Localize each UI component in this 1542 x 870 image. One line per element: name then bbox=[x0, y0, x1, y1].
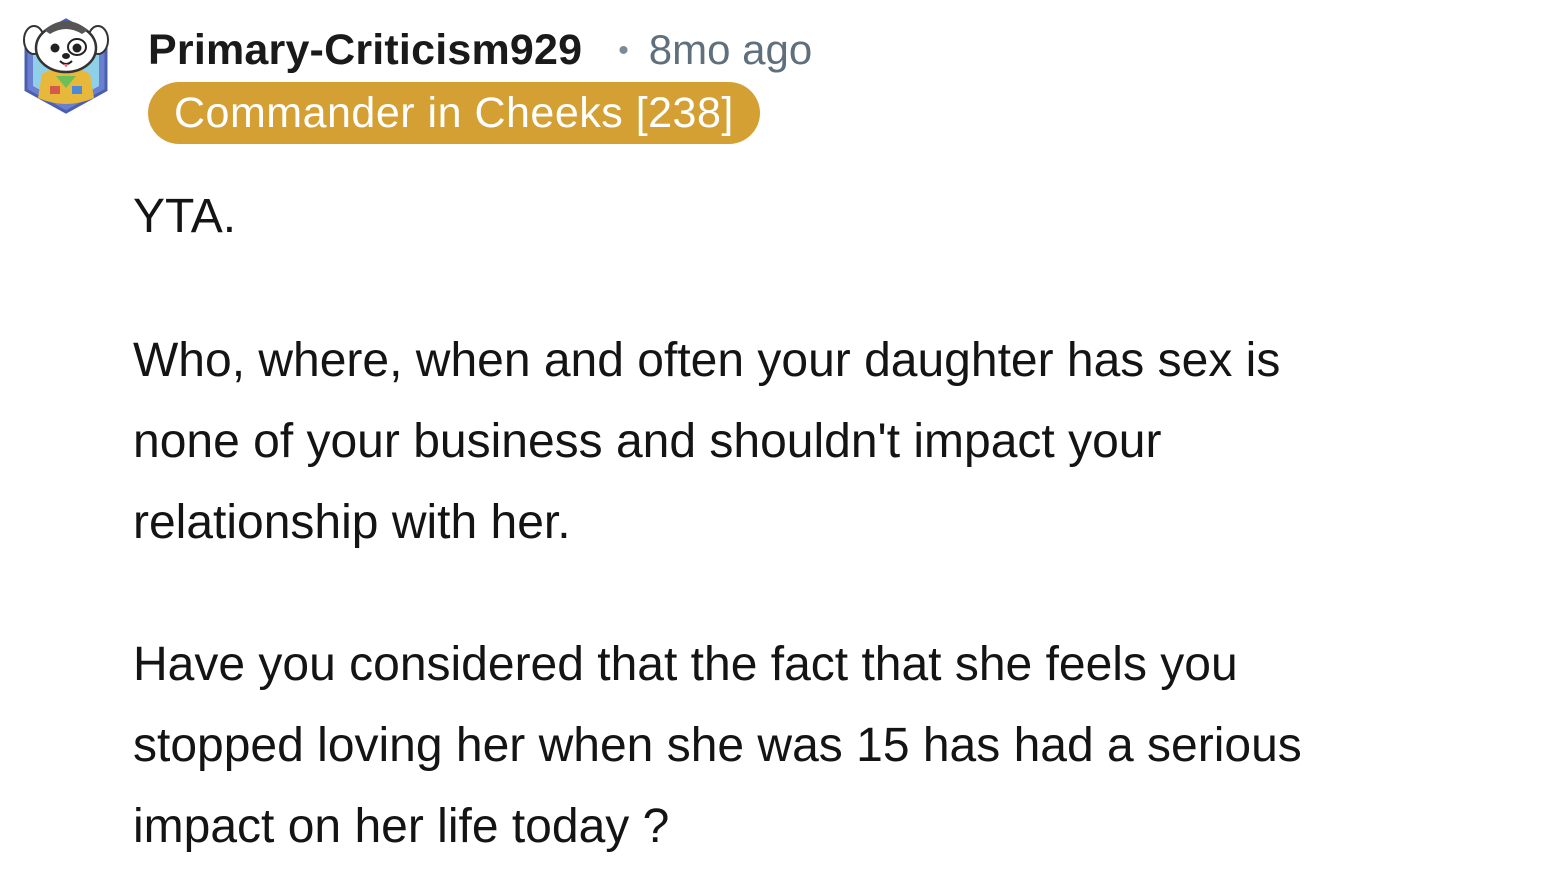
username-link[interactable]: Primary-Criticism929 bbox=[148, 26, 582, 75]
snoo-avatar-icon bbox=[23, 18, 109, 114]
comment-header: Primary-Criticism929 • 8mo ago bbox=[148, 22, 812, 78]
user-avatar[interactable] bbox=[20, 14, 112, 118]
user-flair: Commander in Cheeks [238] bbox=[148, 82, 760, 144]
comment-line: none of your business and shouldn't impa… bbox=[133, 415, 1162, 468]
comment-line: Have you considered that the fact that s… bbox=[133, 638, 1238, 691]
separator-dot: • bbox=[618, 34, 629, 67]
comment-line: Who, where, when and often your daughter… bbox=[133, 334, 1281, 387]
timestamp[interactable]: 8mo ago bbox=[649, 26, 812, 74]
comment-line: impact on her life today ? bbox=[133, 800, 670, 853]
comment: Primary-Criticism929 • 8mo ago Commander… bbox=[0, 0, 1542, 870]
comment-line: relationship with her. bbox=[133, 496, 571, 549]
comment-line: YTA. bbox=[133, 190, 237, 243]
comment-line: stopped loving her when she was 15 has h… bbox=[133, 719, 1302, 772]
